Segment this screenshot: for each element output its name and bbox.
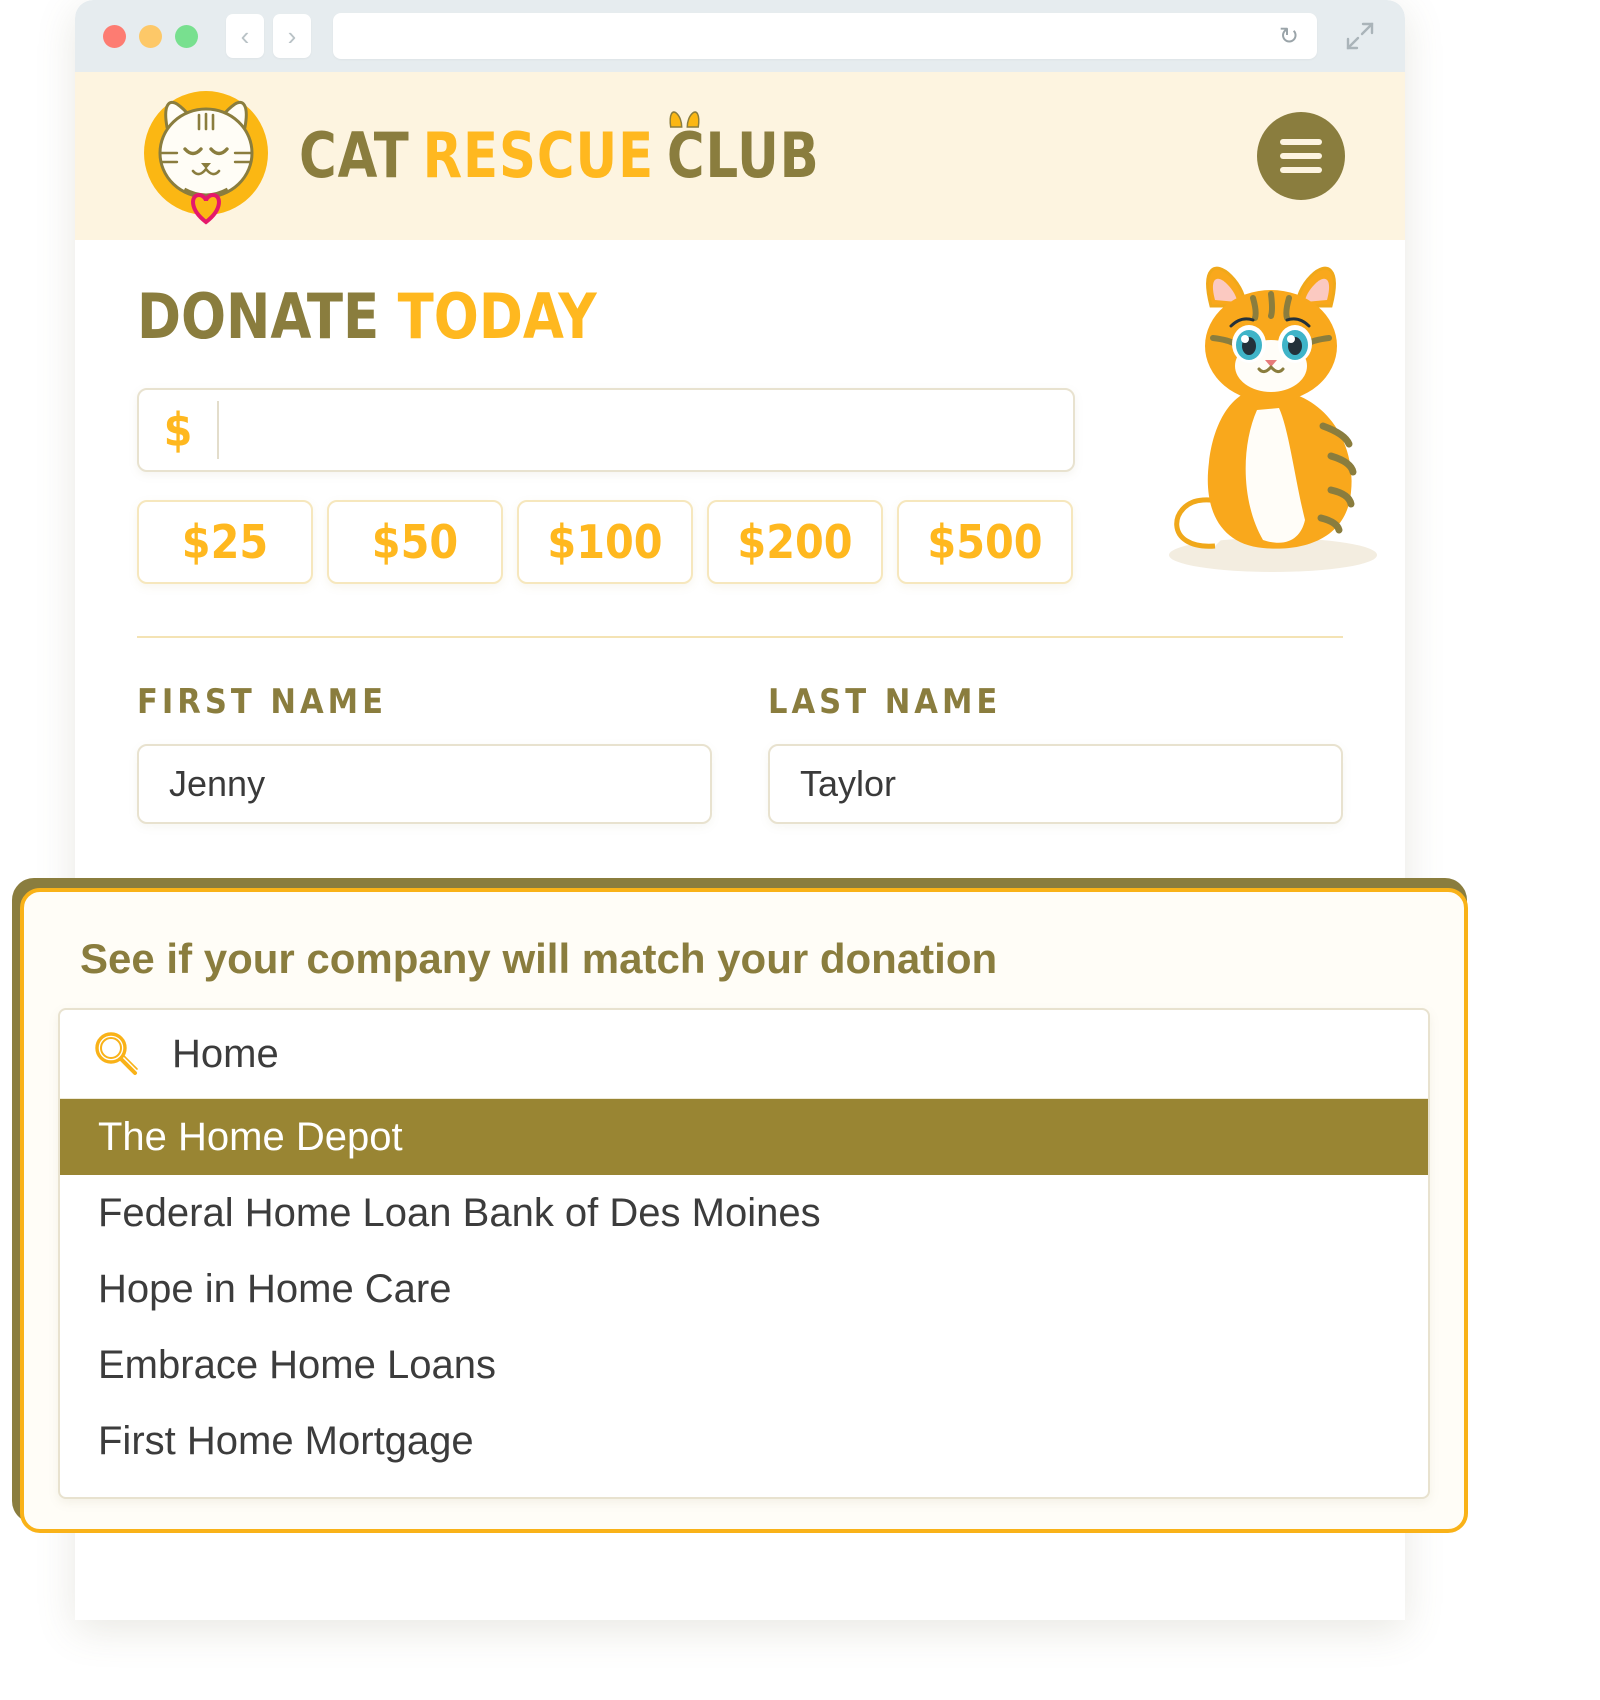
- preset-amount-500[interactable]: $500: [897, 500, 1073, 584]
- company-option-hope-in-home-care[interactable]: Hope in Home Care: [60, 1251, 1428, 1327]
- minimize-window-button[interactable]: [139, 24, 162, 48]
- last-name-input[interactable]: Taylor: [768, 744, 1343, 824]
- last-name-label: Last Name: [768, 682, 1002, 722]
- first-name-input[interactable]: Jenny: [137, 744, 712, 824]
- site-header: CAT RESCUE CLUB: [75, 72, 1405, 240]
- company-option-home-depot[interactable]: The Home Depot: [60, 1099, 1428, 1176]
- name-fields: First Name Jenny Last Name Taylor: [137, 682, 1343, 824]
- currency-symbol: $: [163, 403, 193, 457]
- page-title-part-2: TODAY: [397, 280, 597, 353]
- amount-section: $ $25 $50 $100 $200 $500: [137, 388, 1075, 584]
- company-option-embrace-home-loans[interactable]: Embrace Home Loans: [60, 1327, 1428, 1403]
- cat-ears-icon: [669, 108, 700, 128]
- brand-word-club: CLUB: [667, 111, 820, 187]
- maximize-window-button[interactable]: [175, 24, 198, 48]
- brand-word-cat: CAT: [299, 119, 410, 192]
- input-divider: [217, 401, 219, 459]
- kitten-illustration-icon: [1145, 250, 1395, 580]
- modal-title: See if your company will match your dona…: [80, 935, 998, 982]
- site-logo[interactable]: CAT RESCUE CLUB: [137, 87, 865, 225]
- forward-button[interactable]: ›: [273, 14, 311, 58]
- hamburger-menu-icon[interactable]: [1257, 112, 1345, 200]
- search-icon: [90, 1028, 142, 1080]
- window-controls: [103, 24, 198, 48]
- brand-wordmark: CAT RESCUE CLUB: [299, 111, 820, 192]
- page-title-part-1: DONATE: [137, 280, 380, 353]
- last-name-group: Last Name Taylor: [768, 682, 1343, 824]
- brand-word-club-label: CLUB: [666, 119, 820, 192]
- company-search-input[interactable]: Home: [60, 1010, 1428, 1098]
- company-option-federal-home-loan-bank[interactable]: Federal Home Loan Bank of Des Moines: [60, 1175, 1428, 1251]
- navigation-buttons: ‹ ›: [226, 14, 311, 58]
- back-button[interactable]: ‹: [226, 14, 264, 58]
- reload-icon[interactable]: ↻: [1279, 22, 1299, 51]
- preset-amount-200[interactable]: $200: [707, 500, 883, 584]
- screenshot-root: ‹ › ↻ CAT RESCUE CLUB DONATE TODAY $ $25…: [0, 0, 1600, 1700]
- company-search-value[interactable]: Home: [172, 1032, 279, 1077]
- company-match-modal: See if your company will match your dona…: [20, 888, 1468, 1533]
- preset-amount-100[interactable]: $100: [517, 500, 693, 584]
- company-option-first-home-mortgage[interactable]: First Home Mortgage: [60, 1403, 1428, 1479]
- page-title: DONATE TODAY: [137, 286, 1283, 348]
- browser-chrome-bar: ‹ › ↻: [75, 0, 1405, 72]
- donation-amount-input[interactable]: $: [137, 388, 1075, 472]
- company-search-combobox: Home The Home Depot Federal Home Loan Ba…: [58, 1008, 1430, 1500]
- section-divider: [137, 636, 1343, 638]
- brand-word-rescue: RESCUE: [422, 119, 655, 192]
- cat-face-logo-icon: [137, 87, 275, 225]
- first-name-group: First Name Jenny: [137, 682, 712, 824]
- company-options-list: The Home Depot Federal Home Loan Bank of…: [60, 1098, 1428, 1497]
- expand-icon[interactable]: [1343, 19, 1377, 53]
- preset-amount-25[interactable]: $25: [137, 500, 313, 584]
- preset-amount-50[interactable]: $50: [327, 500, 503, 584]
- first-name-label: First Name: [137, 682, 387, 722]
- close-window-button[interactable]: [103, 24, 126, 48]
- preset-amount-buttons: $25 $50 $100 $200 $500: [137, 500, 1075, 584]
- options-list-padding: [60, 1479, 1428, 1497]
- url-bar[interactable]: ↻: [333, 13, 1317, 59]
